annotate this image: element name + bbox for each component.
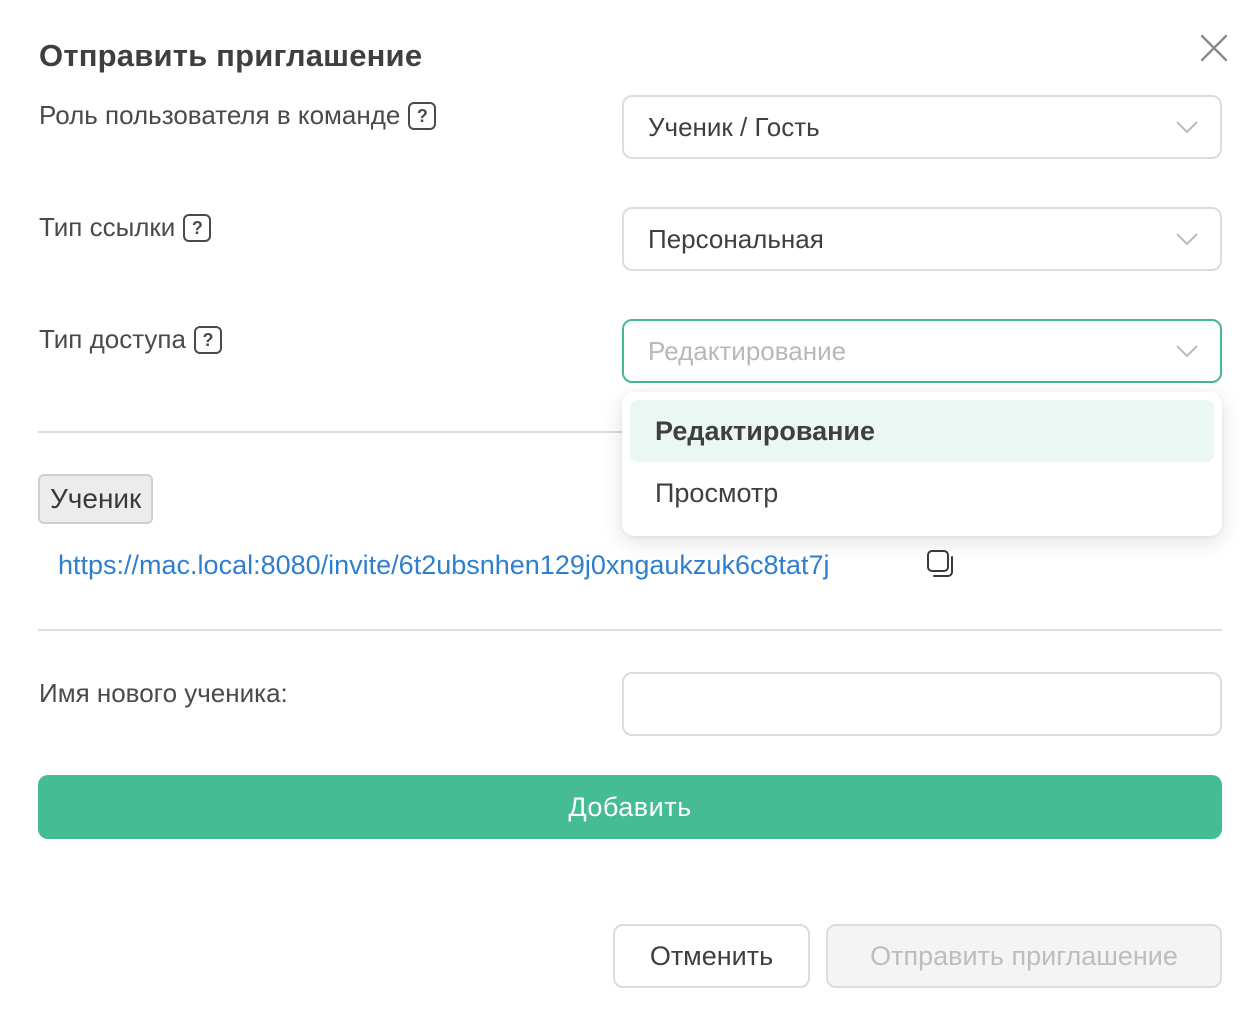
- dropdown-option-view[interactable]: Просмотр: [630, 462, 1214, 524]
- access-type-label: Тип доступа: [39, 324, 186, 354]
- link-type-label: Тип ссылки: [39, 212, 176, 242]
- chevron-down-icon: [1176, 233, 1198, 245]
- link-type-select[interactable]: Персональная: [622, 207, 1222, 271]
- role-select[interactable]: Ученик / Гость: [622, 95, 1222, 159]
- role-label: Роль пользователя в команде: [39, 100, 401, 130]
- access-type-placeholder: Редактирование: [648, 335, 847, 366]
- send-invite-button[interactable]: Отправить приглашение: [826, 924, 1222, 988]
- role-tag: Ученик: [38, 474, 154, 524]
- new-student-label: Имя нового ученика:: [39, 678, 288, 708]
- chevron-down-icon: [1176, 345, 1198, 357]
- invite-dialog: Отправить приглашение Роль пользователя …: [0, 0, 1260, 1018]
- role-select-value: Ученик / Гость: [648, 111, 820, 142]
- cancel-button[interactable]: Отменить: [613, 924, 810, 988]
- link-type-label-row: Тип ссылки ?: [39, 212, 212, 243]
- link-type-select-value: Персональная: [648, 223, 824, 254]
- new-student-name-input[interactable]: [622, 672, 1222, 736]
- close-icon[interactable]: [1196, 30, 1232, 66]
- access-type-dropdown: Редактирование Просмотр: [622, 392, 1222, 536]
- dialog-title: Отправить приглашение: [39, 38, 423, 73]
- dropdown-option-edit[interactable]: Редактирование: [630, 400, 1214, 462]
- invite-link[interactable]: https://mac.local:8080/invite/6t2ubsnhen…: [58, 550, 830, 581]
- chevron-down-icon: [1176, 121, 1198, 133]
- divider: [38, 431, 638, 433]
- role-label-row: Роль пользователя в команде ?: [39, 100, 437, 131]
- divider: [38, 629, 1222, 631]
- add-button[interactable]: Добавить: [38, 775, 1222, 839]
- role-help-icon[interactable]: ?: [408, 101, 437, 130]
- access-type-select[interactable]: Редактирование: [622, 319, 1222, 383]
- access-type-label-row: Тип доступа ?: [39, 324, 222, 355]
- access-type-help-icon[interactable]: ?: [193, 325, 222, 354]
- link-type-help-icon[interactable]: ?: [183, 213, 212, 242]
- copy-icon[interactable]: [925, 548, 957, 580]
